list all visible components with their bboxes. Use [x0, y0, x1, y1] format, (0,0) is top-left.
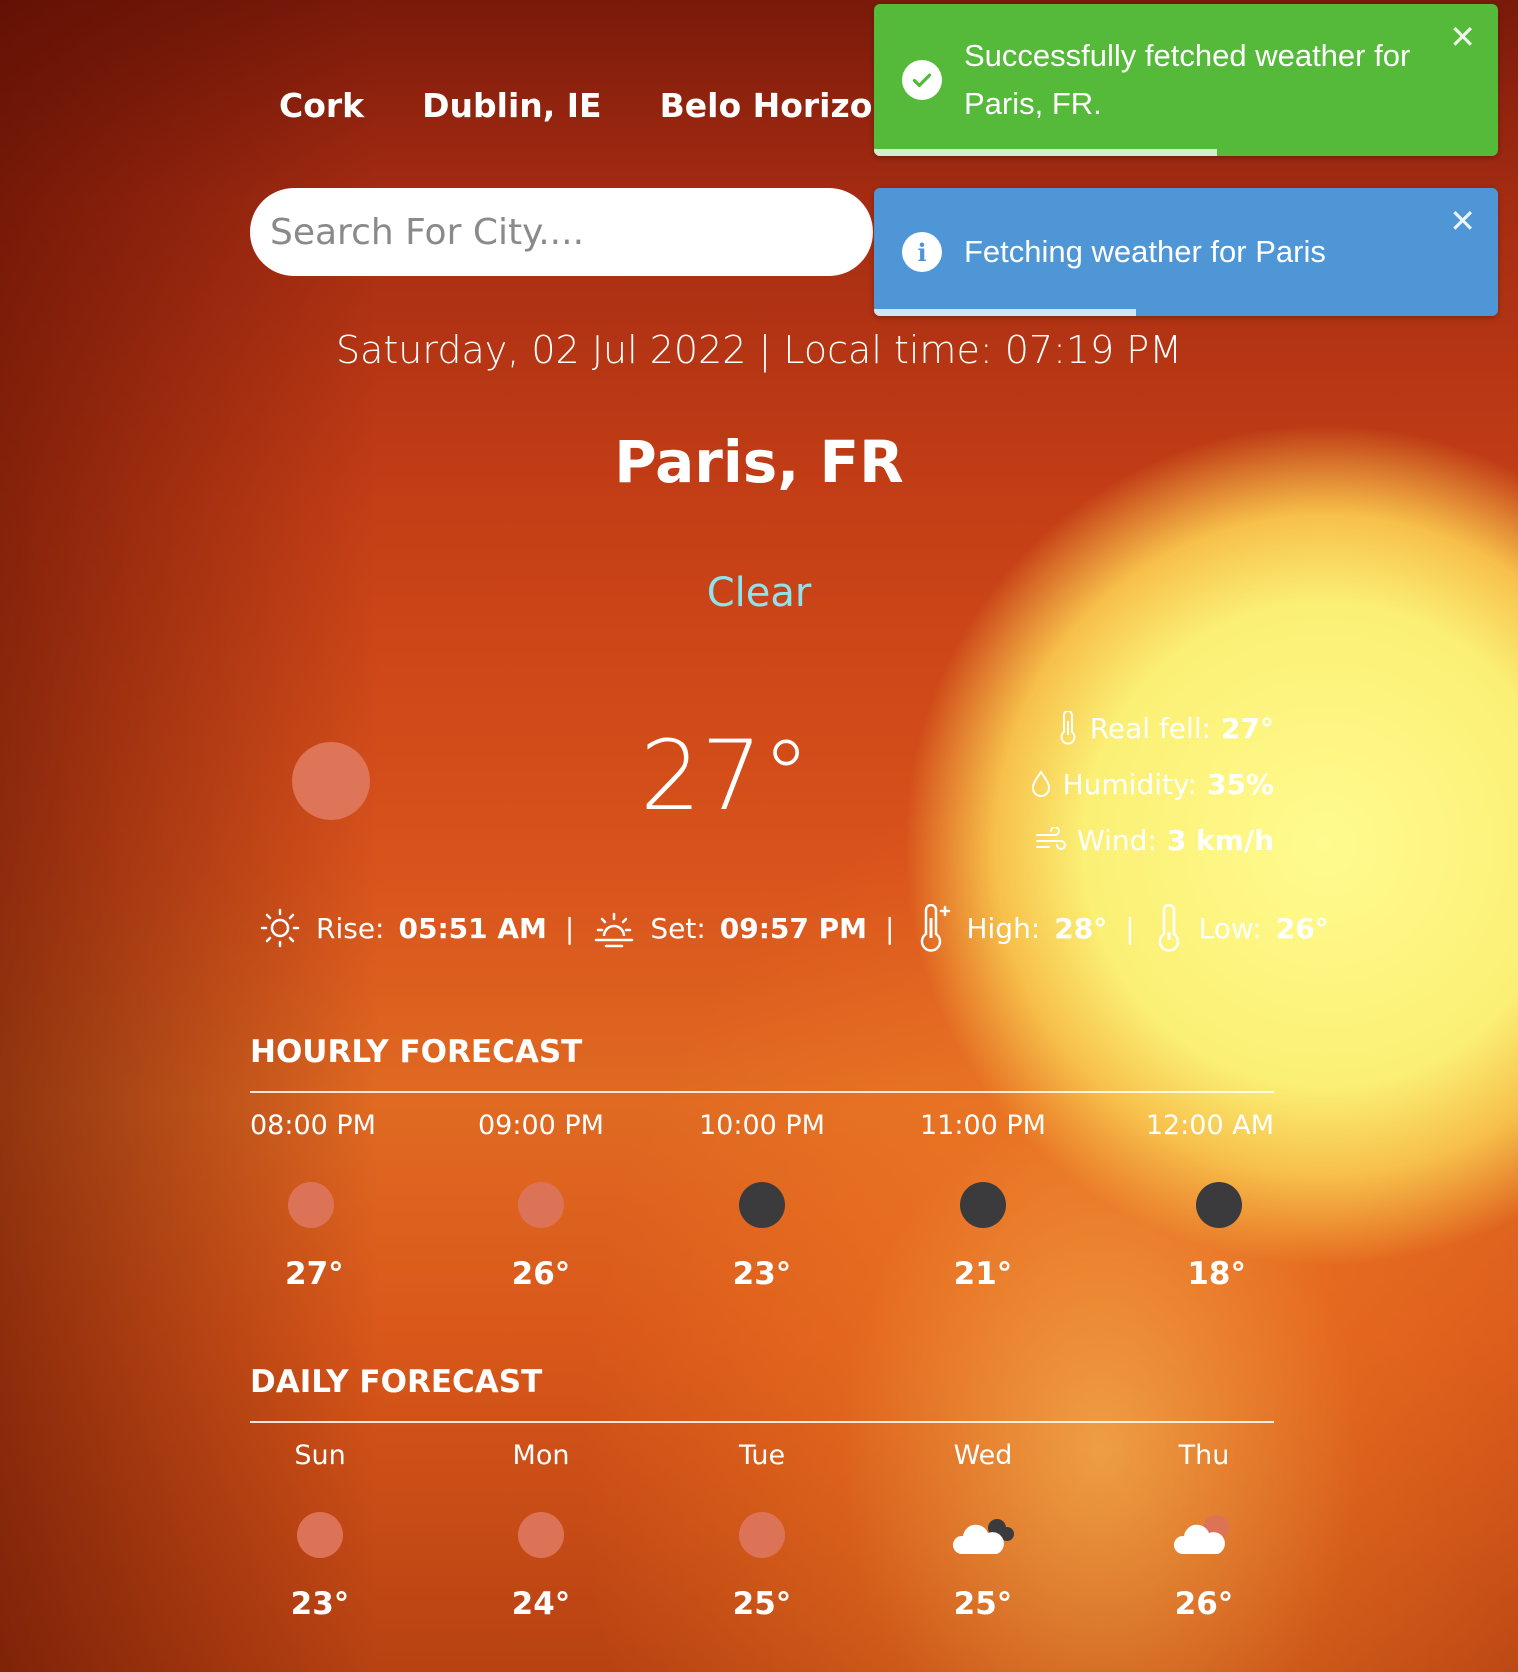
sunset-label: Set:: [650, 911, 706, 945]
real-feel-label: Real fell:: [1089, 711, 1212, 745]
sunrise-icon: [260, 908, 300, 948]
hourly-temp: 26°: [511, 1256, 571, 1292]
sun-icon: [297, 1512, 343, 1558]
divider: [250, 1091, 1274, 1093]
droplet-icon: [1031, 770, 1050, 797]
daily-item: Wed 25°: [913, 1440, 1053, 1622]
hourly-time: 11:00 PM: [920, 1110, 1046, 1141]
hourly-temp: 27°: [285, 1256, 344, 1292]
low-value: 26°: [1275, 911, 1329, 945]
thermometer-icon: [1060, 711, 1076, 745]
sunset-icon: [595, 912, 634, 948]
humidity-value: 35%: [1206, 767, 1274, 801]
daily-day: Thu: [1178, 1440, 1230, 1471]
success-toast-message: Successfully fetched weather for Paris, …: [964, 38, 1411, 121]
hourly-time: 12:00 AM: [1145, 1110, 1274, 1141]
sun-temp-row: Rise: 05:51 AM | Set: 09:57 PM | High: 2…: [258, 904, 1329, 952]
humidity-label: Humidity:: [1062, 767, 1197, 801]
weather-condition: Clear: [706, 570, 812, 616]
hourly-temp: 18°: [1187, 1256, 1246, 1292]
info-toast[interactable]: i Fetching weather for Paris ✕: [874, 188, 1498, 316]
success-toast-progress: [874, 149, 1218, 156]
separator: |: [885, 911, 895, 945]
success-toast[interactable]: Successfully fetched weather for Paris, …: [874, 4, 1498, 156]
city-title: Paris, FR: [614, 428, 904, 496]
daily-day: Tue: [738, 1440, 786, 1471]
daily-forecast-list: Sun 23° Mon 24° Tue 25° Wed 25° Thu 26°: [250, 1440, 1274, 1622]
daily-day: Wed: [953, 1440, 1013, 1471]
close-icon[interactable]: ✕: [1449, 202, 1476, 240]
hourly-item: 10:00 PM 23°: [692, 1110, 832, 1292]
hourly-item: 11:00 PM 21°: [913, 1110, 1053, 1292]
daily-temp: 24°: [511, 1586, 571, 1622]
daily-forecast-title: DAILY FORECAST: [250, 1364, 543, 1400]
sun-icon: [288, 1182, 334, 1228]
sun-icon: [518, 1512, 564, 1558]
thermometer-high-icon: [921, 904, 951, 952]
real-feel-row: Real fell: 27°: [1029, 700, 1274, 756]
daily-item: Sun 23°: [250, 1440, 390, 1622]
close-icon[interactable]: ✕: [1449, 18, 1476, 56]
separator: |: [1125, 911, 1135, 945]
city-shortcuts: Cork Dublin, IE Belo Horizont: [279, 86, 912, 125]
hourly-time: 08:00 PM: [250, 1110, 376, 1141]
hourly-temp: 23°: [732, 1256, 792, 1292]
daily-day: Sun: [294, 1440, 346, 1471]
weather-details: Real fell: 27° Humidity: 35% Wind: 3 km/…: [1029, 700, 1274, 868]
info-toast-progress: [874, 309, 1137, 316]
wind-row: Wind: 3 km/h: [1029, 812, 1274, 868]
hourly-item: 08:00 PM 27°: [250, 1110, 390, 1292]
high-value: 28°: [1054, 911, 1108, 945]
low-label: Low:: [1198, 911, 1262, 945]
cloud-sun-icon: [1173, 1515, 1229, 1554]
city-link-dublin[interactable]: Dublin, IE: [422, 86, 601, 125]
hourly-item: 09:00 PM 26°: [471, 1110, 611, 1292]
daily-day: Mon: [512, 1440, 570, 1471]
date-time: Saturday, 02 Jul 2022 | Local time: 07:1…: [335, 328, 1183, 372]
wind-icon: [1036, 827, 1066, 850]
cloud-night-icon: [952, 1519, 1014, 1554]
wind-value: 3 km/h: [1166, 823, 1274, 857]
daily-temp: 25°: [732, 1586, 792, 1622]
sun-icon: [292, 742, 370, 820]
hourly-item: 12:00 AM 18°: [1134, 1110, 1274, 1292]
daily-temp: 23°: [290, 1586, 350, 1622]
daily-temp: 26°: [1174, 1586, 1234, 1622]
sun-icon: [518, 1182, 564, 1228]
thermometer-low-icon: [1158, 904, 1179, 952]
current-temperature: 27°: [640, 720, 811, 832]
daily-item: Tue 25°: [692, 1440, 832, 1622]
daily-item: Thu 26°: [1134, 1440, 1274, 1622]
search-input[interactable]: [268, 210, 873, 254]
sunrise-value: 05:51 AM: [398, 911, 547, 945]
moon-icon: [960, 1182, 1006, 1228]
sunset-value: 09:57 PM: [719, 911, 868, 945]
hourly-forecast-title: HOURLY FORECAST: [250, 1034, 583, 1070]
info-toast-body: i Fetching weather for Paris: [874, 188, 1498, 316]
daily-temp: 25°: [953, 1586, 1013, 1622]
hourly-time: 10:00 PM: [699, 1110, 825, 1141]
success-toast-body: Successfully fetched weather for Paris, …: [874, 4, 1498, 156]
sunrise-label: Rise:: [316, 911, 385, 945]
humidity-row: Humidity: 35%: [1029, 756, 1274, 812]
hourly-forecast-list: 08:00 PM 27° 09:00 PM 26° 10:00 PM 23° 1…: [250, 1110, 1274, 1292]
hourly-time: 09:00 PM: [478, 1110, 604, 1141]
info-icon: i: [902, 232, 942, 272]
separator: |: [564, 911, 575, 945]
daily-item: Mon 24°: [471, 1440, 611, 1622]
check-icon: [902, 60, 942, 100]
city-link-cork[interactable]: Cork: [279, 86, 364, 125]
search-box: [250, 188, 873, 276]
moon-icon: [739, 1182, 785, 1228]
hourly-temp: 21°: [953, 1256, 1013, 1292]
high-label: High:: [966, 911, 1041, 945]
moon-icon: [1196, 1182, 1242, 1228]
divider: [250, 1421, 1274, 1423]
wind-label: Wind:: [1077, 823, 1157, 857]
info-toast-message: Fetching weather for Paris: [964, 234, 1326, 269]
real-feel-value: 27°: [1221, 711, 1274, 745]
sun-icon: [739, 1512, 785, 1558]
